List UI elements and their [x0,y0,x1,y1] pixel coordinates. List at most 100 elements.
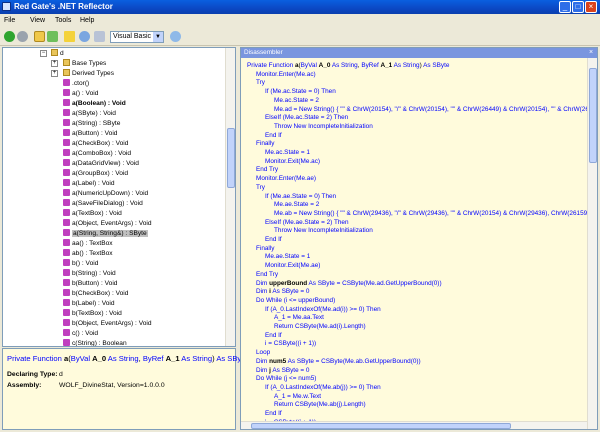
collapse-icon[interactable]: − [40,50,47,57]
method-icon [63,139,70,146]
code-view[interactable]: Private Function a(ByVal A_0 As String, … [247,62,587,422]
method-icon [63,119,70,126]
tree-member[interactable]: a(Boolean) : Void [63,99,126,108]
tree-member[interactable]: b(String) : Void [63,269,116,278]
code-line: Monitor.Exit(Me.ae) [265,262,320,271]
tree-folder-1[interactable]: Derived Types [63,69,114,78]
open-icon[interactable] [34,31,45,42]
tree-member[interactable]: a(String, String&) : SByte [63,229,148,238]
tree-member[interactable]: a(CheckBox) : Void [63,139,128,148]
menu-tools[interactable]: Tools [55,17,71,24]
tree-member[interactable]: a(Object, EventArgs) : Void [63,219,152,228]
code-line: Monitor.Enter(Me.ae) [256,175,316,184]
search-icon[interactable] [79,31,90,42]
signature-token: ByRef [142,354,166,363]
method-icon [63,199,70,206]
declaring-type-value[interactable]: d [59,371,63,378]
assembly-browser-tree[interactable]: − d + Base Types + Derived Types .ctor() a() : … [2,47,236,347]
web-icon[interactable] [170,31,181,42]
method-icon [63,159,70,166]
folder-icon [63,69,70,76]
code-scroll-thumb[interactable] [589,68,597,163]
tree-member[interactable]: a(NumericUpDown) : Void [63,189,148,198]
language-value: Visual Basic [113,33,152,40]
tree-item-label: b(CheckBox) : Void [72,290,129,297]
tree-member[interactable]: a(Button) : Void [63,129,117,138]
code-token: String [402,62,420,69]
tree-member[interactable]: ab() : TextBox [63,249,113,258]
code-token[interactable]: A_0 [319,62,331,69]
disassembler-header: Disassembler × [241,48,597,58]
assembly-value[interactable]: WOLF_DivineStat, Version=1.0.0.0 [59,382,165,389]
tree-member[interactable]: a(SaveFileDialog) : Void [63,199,143,208]
tree-member[interactable]: a(SByte) : Void [63,109,116,118]
code-token[interactable]: num5 [269,358,286,365]
tree-item-label: a(Boolean) : Void [72,100,126,107]
refresh-icon[interactable] [47,31,58,42]
tree-member[interactable]: a(ComboBox) : Void [63,149,131,158]
code-token: Dim [256,288,270,296]
code-token[interactable]: upperBound [269,280,307,287]
method-icon [63,279,70,286]
code-line: End If [265,332,282,341]
code-token: End If [265,236,282,243]
code-line: End If [265,236,282,245]
tree-member[interactable]: b(TextBox) : Void [63,309,122,318]
code-horizontal-scrollbar[interactable] [241,421,587,429]
menu-file[interactable]: File [4,17,15,24]
forward-icon[interactable] [17,31,28,42]
tree-member[interactable]: .ctor() [63,79,89,88]
code-token: Me.ae.State = 1 [265,253,311,261]
tree-member[interactable]: a(Label) : Void [63,179,115,188]
tree-member[interactable]: a(String) : SByte [63,119,120,128]
tree-member[interactable]: c() : Void [63,329,98,338]
menu-view[interactable]: View [30,17,45,24]
expand-icon[interactable]: + [51,60,58,67]
code-token: Return CSByte(Me.ab(j).Length) [274,401,366,409]
tree-item-label: b(String) : Void [72,270,116,277]
bookmark-icon[interactable] [64,31,75,42]
title-bar[interactable]: Red Gate's .NET Reflector _ □ × [0,0,600,14]
tree-member[interactable]: b(CheckBox) : Void [63,289,128,298]
expand-icon[interactable]: + [51,70,58,77]
tree-member[interactable]: a(TextBox) : Void [63,209,122,218]
options-icon[interactable] [94,31,105,42]
code-token: Try [256,183,265,191]
tree-folder-0[interactable]: Base Types [63,59,106,68]
method-icon [63,259,70,266]
menu-help[interactable]: Help [80,17,94,24]
tree-member[interactable]: aa() : TextBox [63,239,113,248]
language-select[interactable]: Visual Basic ▼ [110,31,164,43]
tree-member[interactable]: b(Label) : Void [63,299,115,308]
minimize-button[interactable]: _ [559,1,571,13]
tree-item-label: a(TextBox) : Void [72,210,122,217]
close-icon[interactable]: × [587,49,595,57]
code-hscroll-thumb[interactable] [251,423,511,429]
tree-member[interactable]: b(Object, EventArgs) : Void [63,319,152,328]
tree-item-label: .ctor() [72,80,90,87]
code-token: (Me.ac.State = 0) [270,88,322,96]
close-button[interactable]: × [585,1,597,13]
tree-item-label: ab() : TextBox [72,250,113,257]
signature-token: String [192,354,213,363]
tree-scrollbar[interactable] [225,48,235,346]
back-icon[interactable] [4,31,15,42]
tree-member[interactable]: c(String) : Boolean [63,339,127,346]
code-token: Throw New IncompleteInitialization [274,227,373,235]
tree-member[interactable]: a() : Void [63,89,98,98]
code-line: Do While (j <= num5) [256,375,316,384]
tree-scroll-thumb[interactable] [227,128,235,188]
method-icon [63,79,70,86]
tree-member[interactable]: b(Button) : Void [63,279,117,288]
code-vertical-scrollbar[interactable] [587,58,597,429]
code-line: If (A_0.LastIndexOf(Me.ad(i)) >= 0) Then [265,306,381,315]
method-icon [63,169,70,176]
maximize-button[interactable]: □ [572,1,584,13]
code-token[interactable]: A_1 [381,62,393,69]
tree-class-node[interactable]: d [51,49,64,58]
tree-member[interactable]: b() : Void [63,259,98,268]
code-token: Monitor.Enter(Me.ae) [256,175,317,183]
tree-member[interactable]: a(DataGridView) : Void [63,159,139,168]
tree-member[interactable]: a(GroupBox) : Void [63,169,128,178]
code-line: i = CSByte((i + 1)) [265,340,316,349]
